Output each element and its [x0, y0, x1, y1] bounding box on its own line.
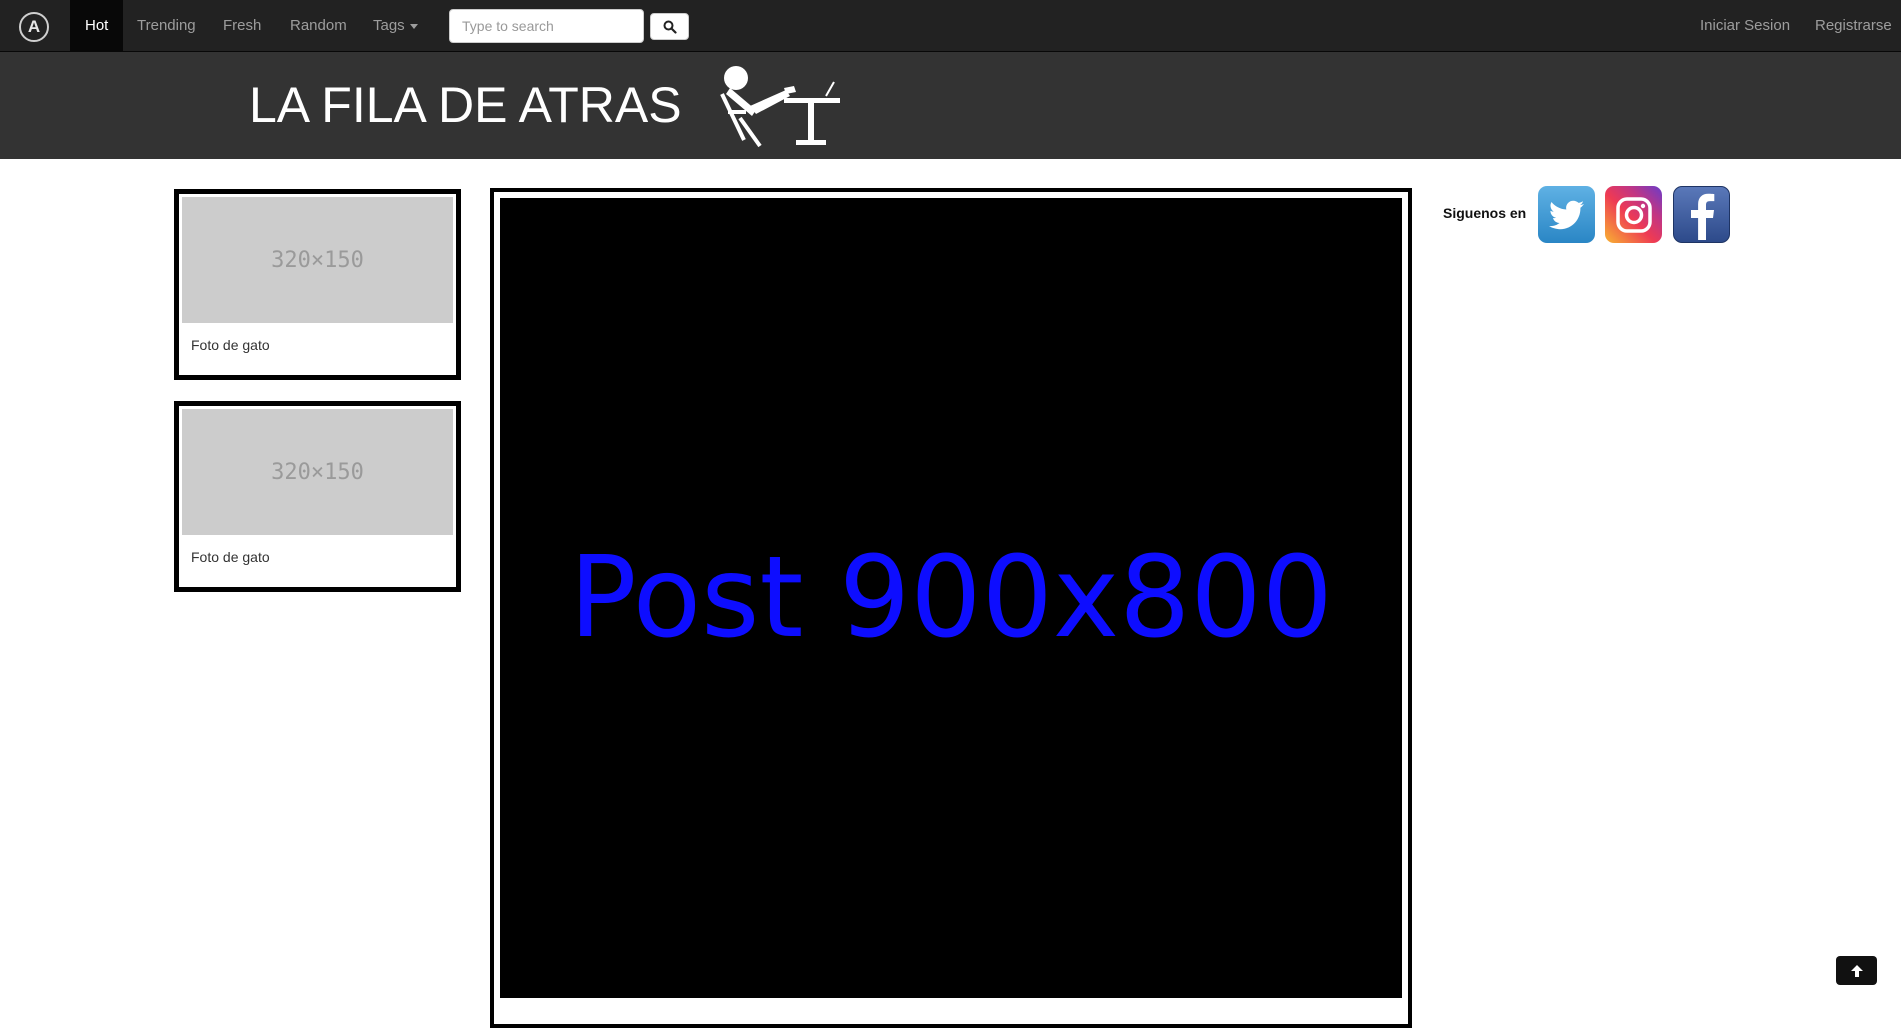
arrow-up-icon — [1850, 964, 1863, 977]
search-input[interactable] — [449, 9, 644, 43]
sidebar-card[interactable]: 320×150 Foto de gato — [174, 401, 461, 592]
nav-item-fresh[interactable]: Fresh — [208, 0, 276, 51]
card-caption[interactable]: Foto de gato — [191, 337, 270, 353]
post-frame: Post 900x800 — [490, 188, 1412, 1028]
nav-item-tags[interactable]: Tags — [358, 0, 433, 51]
instagram-icon — [1615, 196, 1652, 233]
site-banner: LA FILA DE ATRAS — [0, 52, 1901, 159]
nav-item-random[interactable]: Random — [275, 0, 362, 51]
follow-us-label: Siguenos en — [1443, 205, 1527, 221]
student-at-desk-icon — [720, 66, 840, 148]
sidebar-card[interactable]: 320×150 Foto de gato — [174, 189, 461, 380]
search-icon — [663, 20, 677, 34]
login-link[interactable]: Iniciar Sesion — [1700, 0, 1790, 51]
facebook-link[interactable] — [1673, 186, 1730, 243]
twitter-icon — [1548, 200, 1584, 229]
thumbnail-placeholder[interactable]: 320×150 — [182, 409, 453, 535]
instagram-link[interactable] — [1605, 186, 1662, 243]
twitter-link[interactable] — [1538, 186, 1595, 243]
thumbnail-placeholder[interactable]: 320×150 — [182, 197, 453, 323]
nav-item-tags-label: Tags — [373, 17, 405, 34]
post-placeholder-text: Post 900x800 — [569, 533, 1333, 663]
caret-down-icon — [409, 23, 418, 29]
back-to-top-button[interactable] — [1836, 956, 1877, 985]
site-title: LA FILA DE ATRAS — [249, 77, 682, 133]
nav-item-hot[interactable]: Hot — [70, 0, 124, 51]
circle-a-logo-icon[interactable]: A — [19, 12, 49, 42]
top-navbar: A Hot Trending Fresh Random Tags Iniciar… — [0, 0, 1901, 52]
facebook-icon — [1690, 193, 1714, 240]
search-button[interactable] — [650, 13, 689, 40]
card-caption[interactable]: Foto de gato — [191, 549, 270, 565]
post-image[interactable]: Post 900x800 — [500, 198, 1402, 998]
nav-item-trending[interactable]: Trending — [122, 0, 211, 51]
register-link[interactable]: Registrarse — [1815, 0, 1892, 51]
